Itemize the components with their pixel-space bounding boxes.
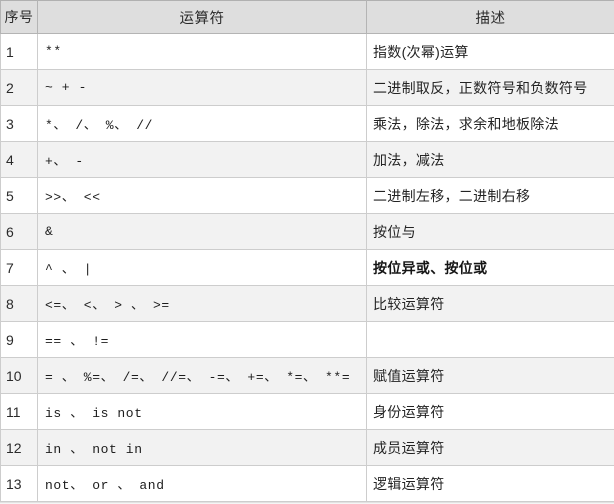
table-row: 12in 、 not in成员运算符 bbox=[1, 430, 614, 466]
cell-description: 按位与 bbox=[367, 214, 614, 250]
cell-operator: <=、 <、 > 、 >= bbox=[38, 286, 367, 322]
table-header: 序号 运算符 描述 bbox=[1, 1, 614, 34]
cell-index: 12 bbox=[1, 430, 38, 466]
cell-description: 身份运算符 bbox=[367, 394, 614, 430]
operators-table-container: 序号 运算符 描述 1**指数(次幂)运算2~ + -二进制取反，正数符号和负数… bbox=[0, 0, 614, 504]
cell-index: 8 bbox=[1, 286, 38, 322]
table-row: 6&按位与 bbox=[1, 214, 614, 250]
cell-description: 逻辑运算符 bbox=[367, 466, 614, 502]
cell-description: 二进制左移，二进制右移 bbox=[367, 178, 614, 214]
cell-index: 4 bbox=[1, 142, 38, 178]
table-row: 4+、 -加法，减法 bbox=[1, 142, 614, 178]
cell-index: 13 bbox=[1, 466, 38, 502]
cell-operator: +、 - bbox=[38, 142, 367, 178]
python-operators-table: 序号 运算符 描述 1**指数(次幂)运算2~ + -二进制取反，正数符号和负数… bbox=[0, 0, 614, 502]
cell-description: 加法，减法 bbox=[367, 142, 614, 178]
cell-operator: ^ 、 | bbox=[38, 250, 367, 286]
cell-description bbox=[367, 322, 614, 358]
cell-index: 10 bbox=[1, 358, 38, 394]
cell-operator: >>、 << bbox=[38, 178, 367, 214]
table-row: 10= 、 %=、 /=、 //=、 -=、 +=、 *=、 **=赋值运算符 bbox=[1, 358, 614, 394]
cell-index: 2 bbox=[1, 70, 38, 106]
cell-description: 成员运算符 bbox=[367, 430, 614, 466]
column-header-description: 描述 bbox=[367, 1, 614, 34]
table-row: 2~ + -二进制取反，正数符号和负数符号 bbox=[1, 70, 614, 106]
column-header-operator: 运算符 bbox=[38, 1, 367, 34]
table-row: 8<=、 <、 > 、 >=比较运算符 bbox=[1, 286, 614, 322]
cell-operator: *、 /、 %、 // bbox=[38, 106, 367, 142]
table-header-row: 序号 运算符 描述 bbox=[1, 1, 614, 34]
cell-index: 11 bbox=[1, 394, 38, 430]
cell-index: 3 bbox=[1, 106, 38, 142]
cell-description: 赋值运算符 bbox=[367, 358, 614, 394]
cell-description: 指数(次幂)运算 bbox=[367, 34, 614, 70]
cell-description: 按位异或、按位或 bbox=[367, 250, 614, 286]
cell-operator: ~ + - bbox=[38, 70, 367, 106]
table-row: 1**指数(次幂)运算 bbox=[1, 34, 614, 70]
cell-operator: not、 or 、 and bbox=[38, 466, 367, 502]
cell-operator: == 、 != bbox=[38, 322, 367, 358]
table-row: 13not、 or 、 and逻辑运算符 bbox=[1, 466, 614, 502]
cell-operator: is 、 is not bbox=[38, 394, 367, 430]
table-row: 7^ 、 |按位异或、按位或 bbox=[1, 250, 614, 286]
table-row: 11is 、 is not身份运算符 bbox=[1, 394, 614, 430]
column-header-index: 序号 bbox=[1, 1, 38, 34]
table-body: 1**指数(次幂)运算2~ + -二进制取反，正数符号和负数符号3*、 /、 %… bbox=[1, 34, 614, 502]
cell-operator: & bbox=[38, 214, 367, 250]
cell-operator: = 、 %=、 /=、 //=、 -=、 +=、 *=、 **= bbox=[38, 358, 367, 394]
cell-index: 6 bbox=[1, 214, 38, 250]
cell-operator: in 、 not in bbox=[38, 430, 367, 466]
table-row: 5>>、 <<二进制左移，二进制右移 bbox=[1, 178, 614, 214]
cell-operator: ** bbox=[38, 34, 367, 70]
cell-description: 二进制取反，正数符号和负数符号 bbox=[367, 70, 614, 106]
cell-index: 9 bbox=[1, 322, 38, 358]
cell-description: 比较运算符 bbox=[367, 286, 614, 322]
table-row: 9 == 、 != bbox=[1, 322, 614, 358]
cell-index: 5 bbox=[1, 178, 38, 214]
cell-description: 乘法，除法，求余和地板除法 bbox=[367, 106, 614, 142]
cell-index: 7 bbox=[1, 250, 38, 286]
table-row: 3*、 /、 %、 //乘法，除法，求余和地板除法 bbox=[1, 106, 614, 142]
cell-index: 1 bbox=[1, 34, 38, 70]
